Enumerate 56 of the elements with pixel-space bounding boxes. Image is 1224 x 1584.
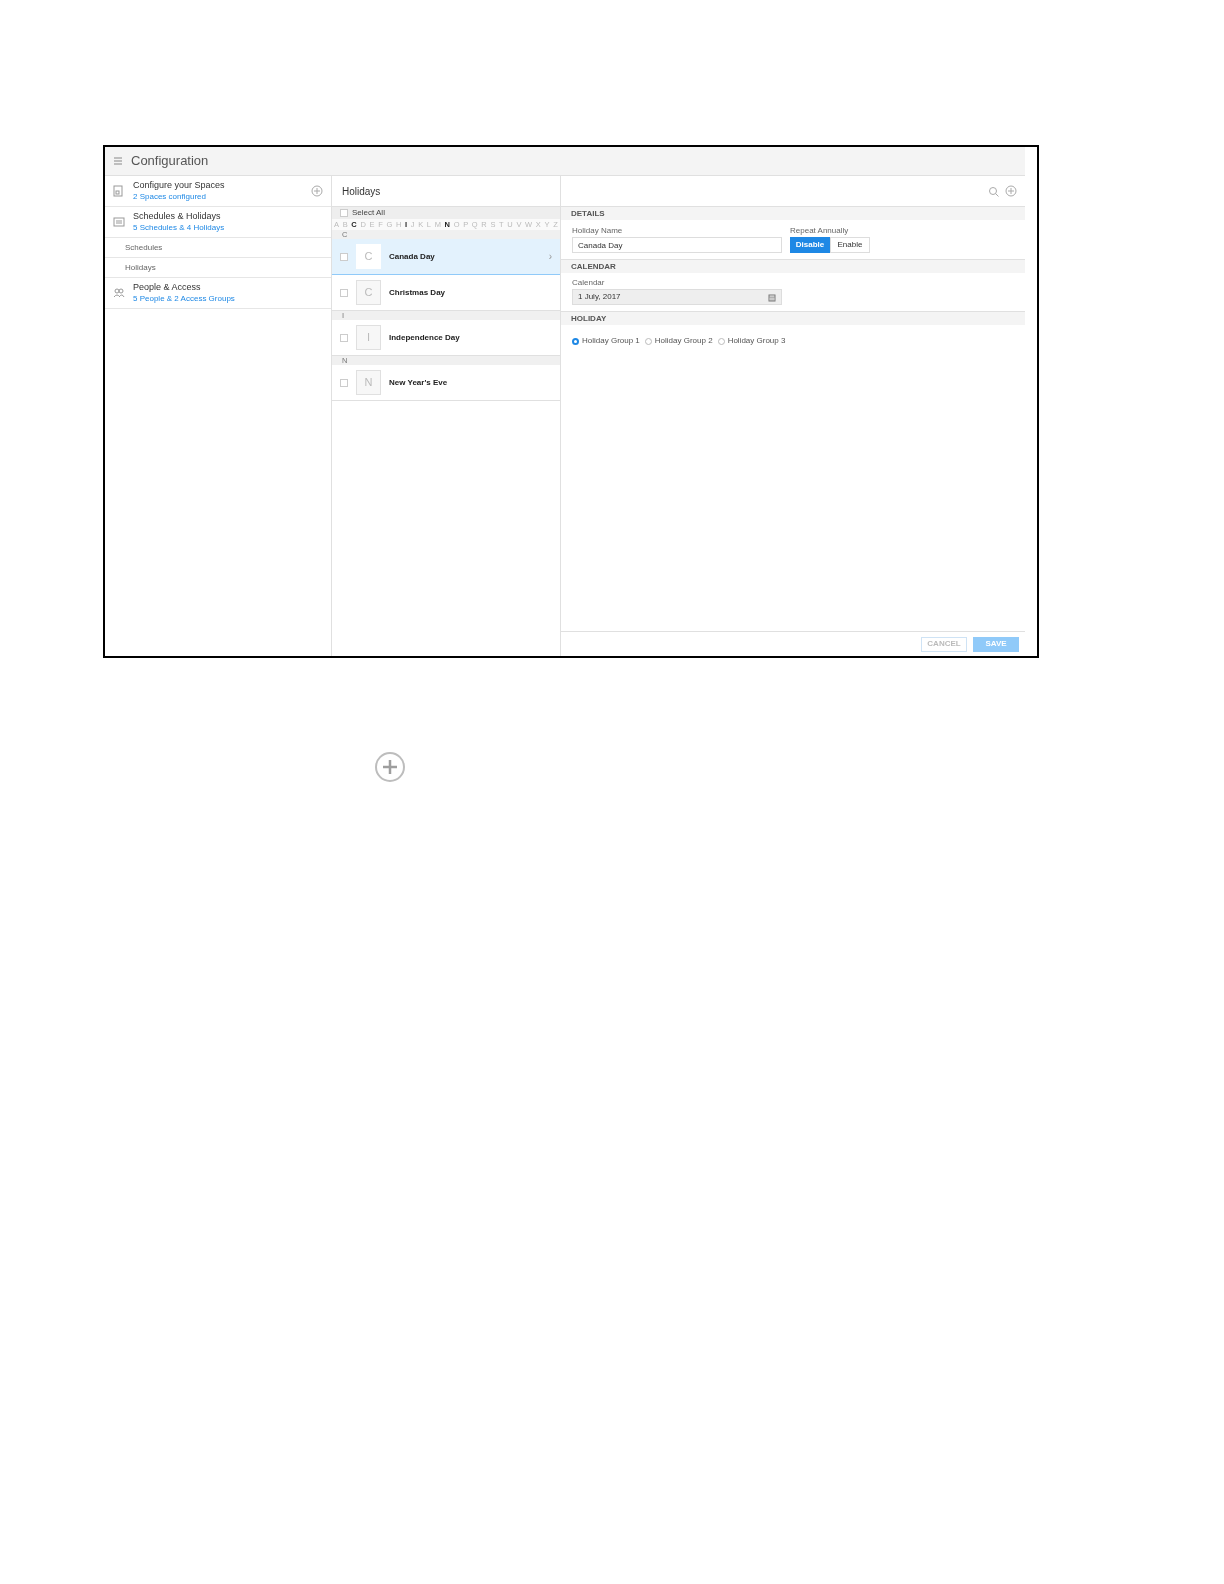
building-icon (113, 185, 125, 197)
sidebar-item[interactable]: People & Access 5 People & 2 Access Groups (105, 278, 331, 309)
radio-button[interactable] (717, 337, 725, 345)
sidebar-item[interactable]: Configure your Spaces 2 Spaces configured (105, 176, 331, 207)
item-title: Schedules & Holidays (133, 211, 222, 223)
item-subtitle: 5 Schedules & 4 Holidays (133, 222, 226, 233)
radio-label: Holiday Group 3 (727, 335, 786, 347)
date-field[interactable]: 1 July, 2017 (572, 289, 782, 305)
radio-button[interactable] (572, 337, 579, 345)
checkbox[interactable] (340, 378, 348, 387)
toggle-button[interactable]: Enable (830, 237, 870, 253)
calendar-icon (768, 292, 776, 302)
menu-icon (113, 156, 123, 166)
radio-label: Holiday Group 1 (582, 335, 640, 347)
item-subtitle: 5 People & 2 Access Groups (133, 293, 236, 304)
initial-avatar: I (356, 325, 381, 350)
section-heading: CALENDAR (571, 262, 616, 271)
chevron-icon: › (548, 249, 552, 264)
sidebar-subitem[interactable]: Holidays (125, 261, 156, 274)
holiday-name: Independence Day (389, 331, 461, 344)
add-icon[interactable] (374, 751, 406, 783)
radio-label: Holiday Group 2 (654, 335, 713, 347)
sidebar-item[interactable]: Schedules & Holidays 5 Schedules & 4 Holidays (105, 207, 331, 238)
toggle-button[interactable]: Disable (790, 237, 830, 253)
search-icon[interactable] (988, 185, 999, 197)
cancel-button[interactable]: CANCEL (921, 636, 967, 652)
initial-avatar: N (356, 370, 381, 395)
item-title: Configure your Spaces (133, 180, 226, 192)
checkbox[interactable] (340, 288, 348, 297)
select-all-label: Select All (352, 209, 385, 217)
calendar-icon (113, 216, 125, 228)
section-heading: DETAILS (571, 209, 605, 218)
field-label: Repeat Annually (790, 227, 850, 235)
holiday-list-item[interactable]: C Canada Day › (332, 239, 560, 275)
checkbox[interactable] (340, 209, 348, 217)
app-title: Configuration (131, 152, 209, 171)
holiday-name: Canada Day (389, 250, 436, 263)
add-icon[interactable] (311, 185, 323, 197)
save-button[interactable]: SAVE (973, 636, 1019, 652)
people-icon (113, 287, 125, 299)
text-field[interactable]: Canada Day (572, 237, 782, 253)
field-label: Calendar (572, 279, 606, 287)
sidebar-subitem[interactable]: Schedules (125, 241, 163, 254)
item-subtitle: 2 Spaces configured (133, 191, 207, 202)
panel-title: Holidays (342, 184, 381, 199)
holiday-name: New Year's Eve (389, 376, 449, 389)
add-icon[interactable] (1005, 185, 1017, 197)
field-label: Holiday Name (572, 227, 624, 235)
checkbox[interactable] (340, 333, 348, 342)
radio-button[interactable] (644, 337, 652, 345)
initial-avatar: C (356, 244, 381, 269)
holiday-name: Christmas Day (389, 286, 447, 299)
item-title: People & Access (133, 282, 202, 294)
checkbox[interactable] (340, 252, 348, 261)
initial-avatar: C (356, 280, 381, 305)
section-heading: HOLIDAY (571, 314, 607, 323)
